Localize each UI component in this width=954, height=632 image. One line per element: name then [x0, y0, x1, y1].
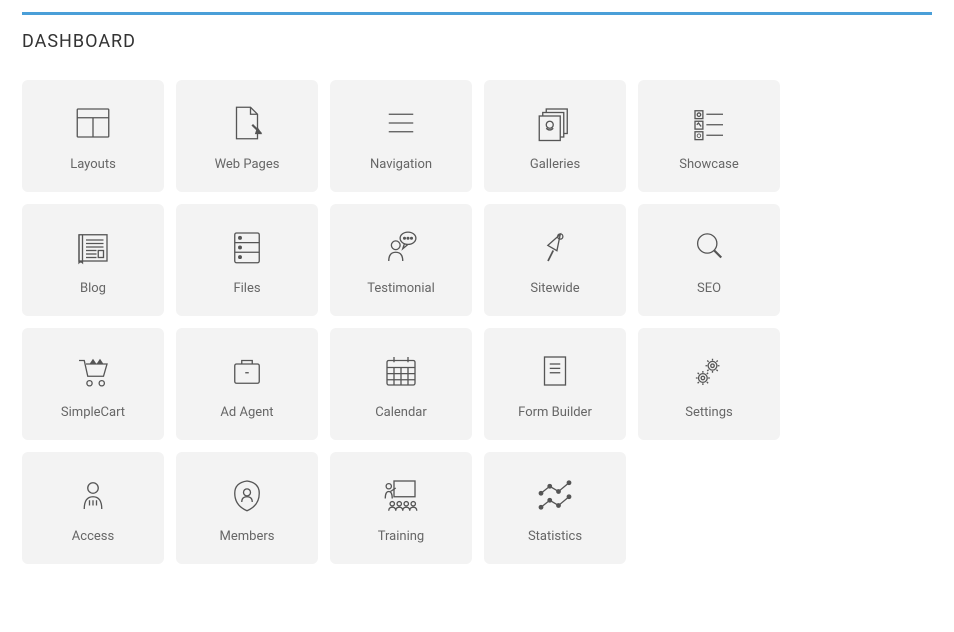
page-title: DASHBOARD	[22, 31, 932, 52]
tile-label: Testimonial	[367, 281, 435, 296]
tile-label: SEO	[697, 281, 721, 296]
tile-statistics[interactable]: Statistics	[484, 452, 626, 564]
tile-training[interactable]: Training	[330, 452, 472, 564]
members-icon	[225, 473, 269, 517]
showcase-icon	[687, 101, 731, 145]
tile-form-builder[interactable]: Form Builder	[484, 328, 626, 440]
statistics-icon	[533, 473, 577, 517]
tile-access[interactable]: Access	[22, 452, 164, 564]
tile-label: Access	[72, 529, 114, 544]
tile-label: Web Pages	[215, 157, 280, 172]
files-icon	[225, 225, 269, 269]
tile-showcase[interactable]: Showcase	[638, 80, 780, 192]
tile-label: Sitewide	[530, 281, 579, 296]
tile-blog[interactable]: Blog	[22, 204, 164, 316]
tile-label: Files	[233, 281, 260, 296]
accent-divider	[22, 12, 932, 15]
web-pages-icon	[225, 101, 269, 145]
tile-label: SimpleCart	[61, 405, 125, 420]
ad-agent-icon	[225, 349, 269, 393]
form-builder-icon	[533, 349, 577, 393]
tile-ad-agent[interactable]: Ad Agent	[176, 328, 318, 440]
calendar-icon	[379, 349, 423, 393]
tile-files[interactable]: Files	[176, 204, 318, 316]
simplecart-icon	[71, 349, 115, 393]
tile-galleries[interactable]: Galleries	[484, 80, 626, 192]
access-icon	[71, 473, 115, 517]
tile-label: Settings	[685, 405, 732, 420]
tile-layouts[interactable]: Layouts	[22, 80, 164, 192]
tile-label: Galleries	[530, 157, 580, 172]
tile-label: Form Builder	[518, 405, 592, 420]
tile-members[interactable]: Members	[176, 452, 318, 564]
tile-label: Showcase	[679, 157, 739, 172]
tile-label: Blog	[80, 281, 106, 296]
layouts-icon	[71, 101, 115, 145]
dashboard-grid: Layouts Web Pages Navigat	[22, 80, 932, 564]
tile-sitewide[interactable]: Sitewide	[484, 204, 626, 316]
tile-testimonial[interactable]: Testimonial	[330, 204, 472, 316]
tile-label: Ad Agent	[220, 405, 273, 420]
training-icon	[379, 473, 423, 517]
tile-simplecart[interactable]: SimpleCart	[22, 328, 164, 440]
settings-icon	[687, 349, 731, 393]
tile-settings[interactable]: Settings	[638, 328, 780, 440]
tile-label: Training	[378, 529, 424, 544]
tile-label: Members	[220, 529, 275, 544]
tile-label: Navigation	[370, 157, 432, 172]
testimonial-icon	[379, 225, 423, 269]
tile-calendar[interactable]: Calendar	[330, 328, 472, 440]
tile-navigation[interactable]: Navigation	[330, 80, 472, 192]
tile-web-pages[interactable]: Web Pages	[176, 80, 318, 192]
galleries-icon	[533, 101, 577, 145]
tile-label: Calendar	[375, 405, 427, 420]
tile-label: Statistics	[528, 529, 582, 544]
seo-icon	[687, 225, 731, 269]
tile-label: Layouts	[70, 157, 116, 172]
navigation-icon	[379, 101, 423, 145]
blog-icon	[71, 225, 115, 269]
sitewide-icon	[533, 225, 577, 269]
tile-seo[interactable]: SEO	[638, 204, 780, 316]
